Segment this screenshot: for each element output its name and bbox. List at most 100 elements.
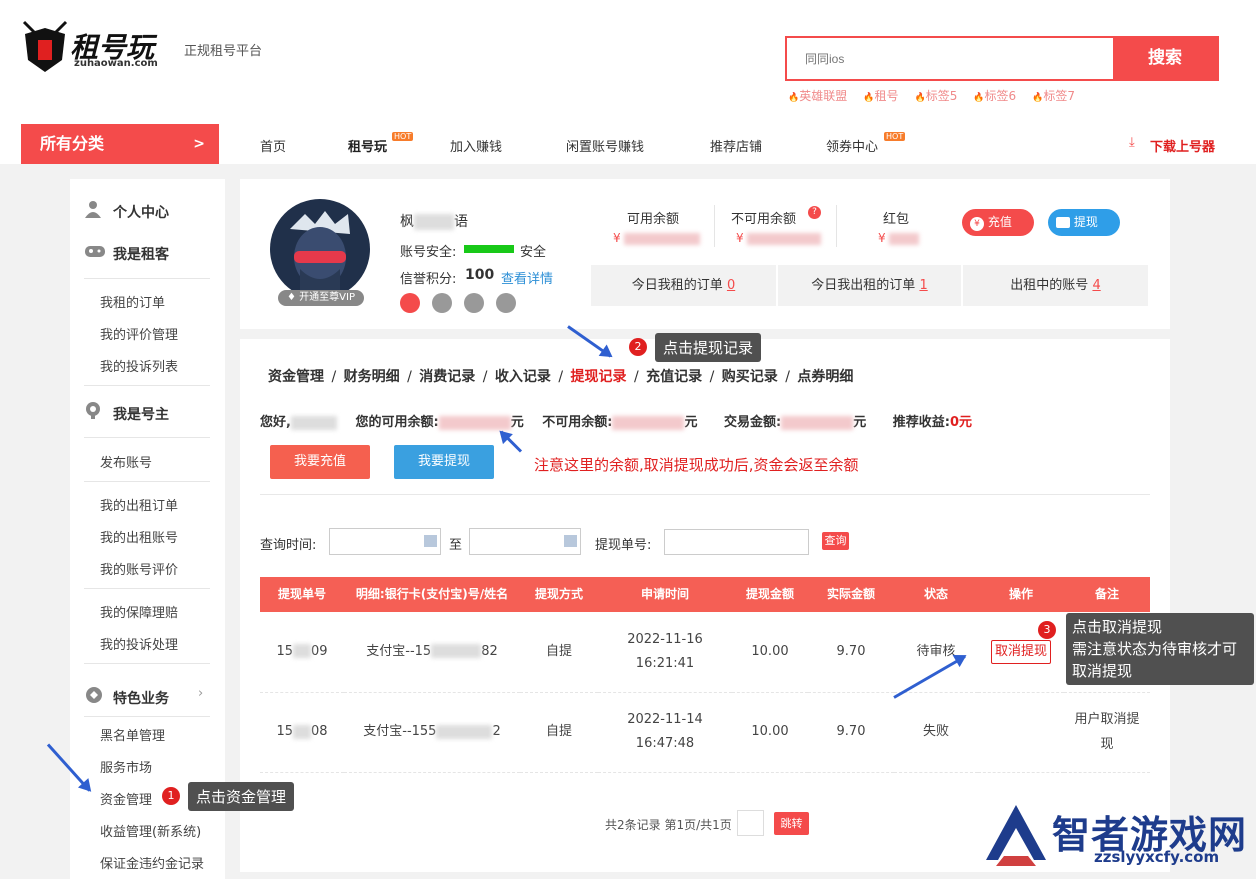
sidebar-item-my-rent-orders[interactable]: 我租的订单 xyxy=(100,292,165,311)
hot-tag[interactable]: 🔥标签5 xyxy=(914,89,957,103)
table-row: 15 08 支付宝--155 2 自提 2022-11-14 16:47:48 10.… xyxy=(260,692,1150,773)
sidebar-item-lease-orders[interactable]: 我的出租订单 xyxy=(100,495,178,514)
hot-tag-label: 租号 xyxy=(874,89,899,103)
blurred-amount xyxy=(747,232,822,245)
yen-icon[interactable] xyxy=(432,293,453,313)
blurred-amount xyxy=(781,415,854,430)
tab-5[interactable]: 充值记录 xyxy=(646,369,702,385)
fund-tabs: 资金管理 / 财务明细 / 消费记录 / 收入记录 / 提现记录 / 充值记录 … xyxy=(268,366,853,386)
vip-icon: ♦ xyxy=(287,292,296,303)
withdraw-button[interactable]: 提现 xyxy=(1048,209,1120,236)
sidebar-item-claims[interactable]: 我的保障理赔 xyxy=(100,602,178,621)
yen-symbol: ¥ xyxy=(613,231,621,245)
hot-tag[interactable]: 🔥租号 xyxy=(863,89,898,103)
all-categories-label: 所有分类 xyxy=(40,134,105,153)
sidebar-item-complaint-handling[interactable]: 我的投诉处理 xyxy=(100,634,178,653)
nav-zuhaowan[interactable]: 租号玩 xyxy=(348,136,387,155)
username: 枫语 xyxy=(400,211,468,231)
divider xyxy=(84,385,210,386)
sidebar-item-lease-accounts[interactable]: 我的出租账号 xyxy=(100,527,178,546)
recharge-big-button[interactable]: 我要充值 xyxy=(270,445,370,479)
sidebar-item-account-reviews[interactable]: 我的账号评价 xyxy=(100,559,178,578)
query-button[interactable]: 查询 xyxy=(822,532,849,550)
tab-1[interactable]: 财务明细 xyxy=(344,369,400,385)
sidebar-item-income-management[interactable]: 收益管理(新系统) xyxy=(100,821,201,840)
cell-text: 用户取消提现 xyxy=(1074,712,1140,752)
hot-badge: HOT xyxy=(392,132,414,141)
person-icon[interactable] xyxy=(496,293,517,313)
stat-today-lease[interactable]: 今日我出租的订单 1 xyxy=(778,265,961,306)
tab-4[interactable]: 提现记录 xyxy=(571,369,627,385)
red-packet-label: 红包 xyxy=(883,212,910,227)
avatar[interactable] xyxy=(270,199,370,299)
sidebar-item-fund-management[interactable]: 资金管理 xyxy=(100,789,152,808)
all-categories-button[interactable]: 所有分类 > xyxy=(21,124,219,164)
credit-value: 100 xyxy=(465,267,495,283)
help-icon[interactable]: ? xyxy=(808,206,821,219)
sidebar-renter: 我是租客 xyxy=(113,247,169,263)
sidebar-item-complaints[interactable]: 我的投诉列表 xyxy=(100,356,178,375)
hot-tags: 🔥英雄联盟 🔥租号 🔥标签5 🔥标签6 🔥标签7 xyxy=(788,87,1091,104)
nav-home[interactable]: 首页 xyxy=(260,136,286,155)
stat-label: 出租中的账号 xyxy=(1010,278,1089,293)
cell-text: 支付宝--15 xyxy=(366,643,432,659)
withdraw-table: 提现单号 明细:银行卡(支付宝)号/姓名 提现方式 申请时间 提现金额 实际金额 状态 操作备… xyxy=(260,577,1150,773)
stat-leasing-accounts[interactable]: 出租中的账号 4 xyxy=(963,265,1148,306)
username-part: 枫 xyxy=(400,214,414,230)
tab-2[interactable]: 消费记录 xyxy=(419,369,475,385)
hot-tag[interactable]: 🔥标签6 xyxy=(973,89,1016,103)
stat-today-rent[interactable]: 今日我租的订单 0 xyxy=(591,265,776,306)
tab-separator: / xyxy=(705,369,719,385)
cell-text: 16:21:41 xyxy=(635,655,695,671)
tab-separator: / xyxy=(402,369,417,385)
tab-3[interactable]: 收入记录 xyxy=(495,369,551,385)
page-input[interactable] xyxy=(737,810,764,836)
yuan-unit: 元 xyxy=(510,415,524,430)
cancel-withdraw-button[interactable]: 取消提现 xyxy=(990,639,1051,664)
withdraw-no-input[interactable] xyxy=(664,529,809,555)
tab-7[interactable]: 点券明细 xyxy=(797,369,853,385)
hot-tag[interactable]: 🔥标签7 xyxy=(1032,89,1075,103)
cell-note: 用户取消提现 xyxy=(1064,692,1150,773)
sidebar-special[interactable]: 特色业务 xyxy=(113,688,169,708)
recharge-button[interactable]: ¥ 充值 xyxy=(962,209,1034,236)
sidebar-personal-center[interactable]: 个人中心 xyxy=(113,202,169,222)
tab-6[interactable]: 购买记录 xyxy=(722,369,778,385)
search-button[interactable]: 搜索 xyxy=(1113,36,1217,81)
nav-shops[interactable]: 推荐店铺 xyxy=(710,136,762,155)
chevron-right-icon: › xyxy=(198,686,204,701)
start-date-input[interactable] xyxy=(329,528,441,555)
sidebar-item-reviews[interactable]: 我的评价管理 xyxy=(100,324,178,343)
vip-label: 开通至尊VIP xyxy=(299,292,355,303)
watermark: 智者游戏网 zzslyyxcfy.com xyxy=(976,800,1256,872)
end-date-input[interactable] xyxy=(469,528,581,555)
credit-label: 信誉积分: xyxy=(400,272,457,287)
nav-coupons[interactable]: 领券中心 xyxy=(826,136,878,155)
sidebar-item-deposit-records[interactable]: 保证金违约金记录 xyxy=(100,853,204,872)
vip-badge[interactable]: ♦ 开通至尊VIP xyxy=(278,290,364,306)
nav-idle-account[interactable]: 闲置账号赚钱 xyxy=(566,136,644,155)
logo-shield-icon xyxy=(22,20,68,72)
tab-0[interactable]: 资金管理 xyxy=(268,369,324,385)
nav-join-earn[interactable]: 加入赚钱 xyxy=(450,136,502,155)
sidebar-item-blacklist[interactable]: 黑名单管理 xyxy=(100,725,165,744)
hot-tag-label: 标签6 xyxy=(984,89,1017,103)
hot-tag[interactable]: 🔥英雄联盟 xyxy=(788,89,847,103)
jump-button[interactable]: 跳转 xyxy=(774,812,809,835)
credit-details-link[interactable]: 查看详情 xyxy=(501,268,553,287)
logo-domain: zuhaowan.com xyxy=(74,58,158,69)
chat-icon[interactable] xyxy=(464,293,485,313)
withdraw-no-label: 提现单号: xyxy=(595,538,652,553)
phone-icon[interactable] xyxy=(400,293,420,313)
divider xyxy=(84,588,210,589)
download-link[interactable]: 下载上号器 xyxy=(1150,136,1215,155)
site-logo[interactable]: 租号玩 zuhaowan.com xyxy=(20,20,168,74)
gamepad-icon xyxy=(84,243,106,259)
cell-status: 待审核 xyxy=(894,612,978,693)
blurred-id xyxy=(293,724,311,739)
sidebar-item-publish[interactable]: 发布账号 xyxy=(100,452,152,471)
withdraw-big-button[interactable]: 我要提现 xyxy=(394,445,494,479)
search-input[interactable] xyxy=(787,38,1115,79)
annotation-step2: 2 点击提现记录 xyxy=(629,331,762,363)
sidebar-item-service-market[interactable]: 服务市场 xyxy=(100,757,152,776)
